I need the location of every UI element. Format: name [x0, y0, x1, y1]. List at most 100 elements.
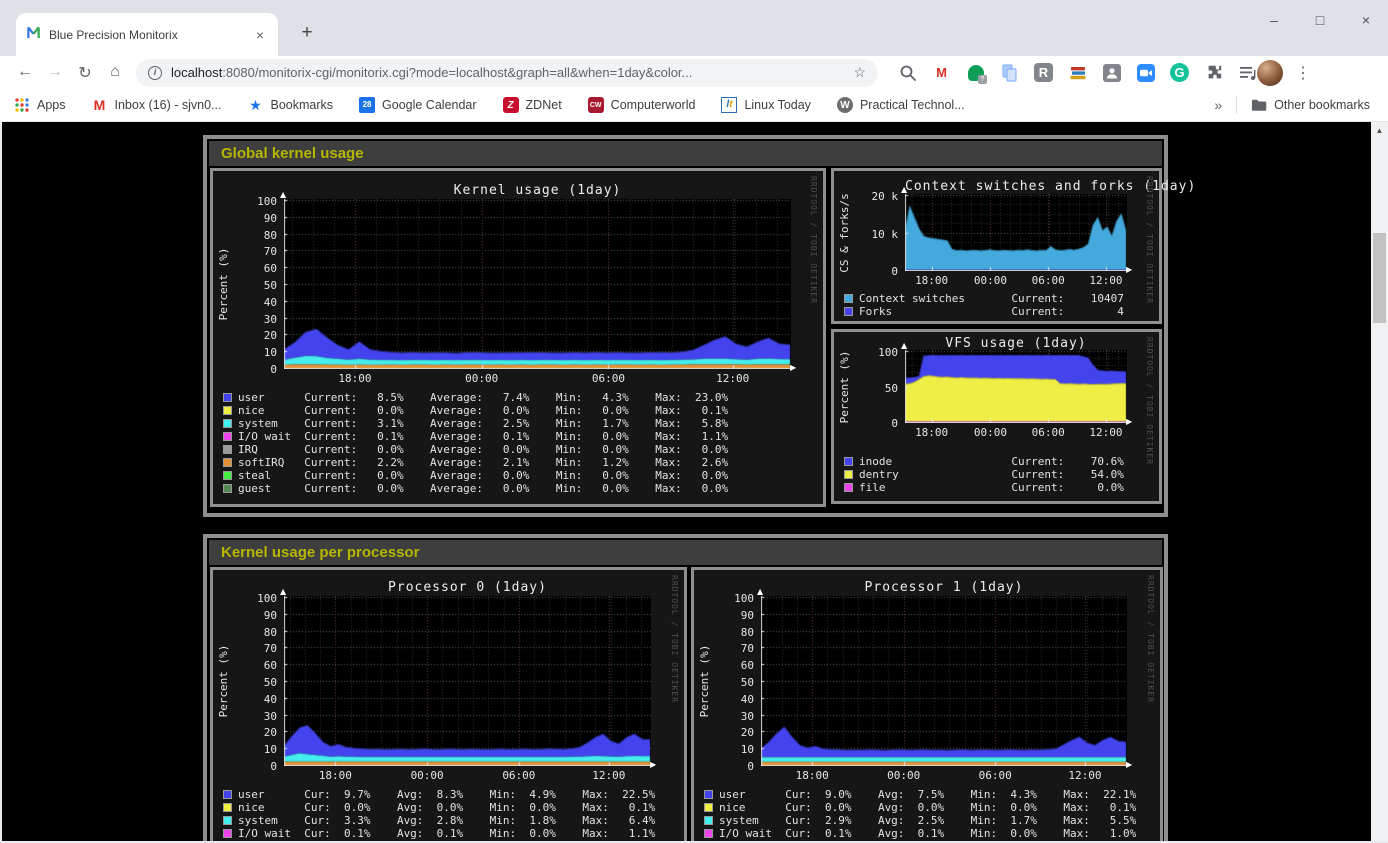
legend-row: softIRQ Current: 2.2% Average: 2.1% Min:… — [223, 456, 728, 469]
legend-row: IRQ Current: 0.0% Average: 0.0% Min: 0.0… — [223, 443, 728, 456]
scrollbar-thumb[interactable] — [1373, 233, 1386, 323]
legend-row: Forks Current: 4 — [844, 305, 1124, 318]
reload-icon[interactable]: ↻ — [70, 63, 100, 83]
graph-legend: Context switches Current: 10407Forks Cur… — [844, 292, 1124, 318]
gmail-icon[interactable]: M — [932, 63, 951, 82]
x-axis-arrow-icon: ▶ — [650, 760, 656, 769]
window-controls: – □ × — [1266, 12, 1374, 28]
bookmark-item[interactable]: Apps — [14, 97, 66, 113]
legend-color-swatch — [844, 307, 853, 316]
url-text[interactable]: localhost:8080/monitorix-cgi/monitorix.c… — [171, 65, 853, 80]
legend-color-swatch — [704, 829, 713, 838]
minimize-button[interactable]: – — [1266, 12, 1282, 28]
legend-row: user Current: 8.5% Average: 7.4% Min: 4.… — [223, 391, 728, 404]
books-icon[interactable] — [1068, 63, 1087, 82]
puzzle-extension-icon[interactable] — [1204, 63, 1223, 82]
bookmark-item[interactable]: CW Computerworld — [588, 97, 696, 113]
y-axis-arrow-icon: ▲ — [901, 341, 907, 350]
y-axis-arrow-icon: ▲ — [901, 185, 907, 194]
tab-title: Blue Precision Monitorix — [49, 28, 252, 42]
legend-row: nice Cur: 0.0% Avg: 0.0% Min: 0.0% Max: … — [223, 801, 655, 814]
bookmark-item[interactable]: W Practical Technol... — [837, 97, 965, 113]
browser-tab[interactable]: Blue Precision Monitorix × — [16, 13, 278, 56]
profile-avatar[interactable] — [1257, 60, 1283, 86]
bookmark-star-icon[interactable]: ☆ — [853, 64, 866, 81]
bookmarks-overflow-chevron[interactable]: » — [1214, 97, 1222, 113]
graph-legend: inode Current: 70.6%dentry Current: 54.0… — [844, 455, 1124, 494]
x-axis-arrow-icon: ▶ — [1126, 760, 1132, 769]
window-titlebar: Blue Precision Monitorix × + – □ × — [0, 0, 1388, 56]
context-switches-plot — [905, 194, 1127, 271]
other-bookmarks-button[interactable]: Other bookmarks — [1251, 97, 1370, 113]
contact-card-icon[interactable] — [1102, 63, 1121, 82]
maximize-button[interactable]: □ — [1312, 12, 1328, 28]
bookmarks-divider — [1236, 96, 1237, 114]
section-title: Global kernel usage — [209, 141, 1162, 166]
forward-icon[interactable]: → — [40, 63, 70, 83]
legend-color-swatch — [223, 816, 232, 825]
tab-close-icon[interactable]: × — [252, 27, 268, 43]
legend-row: nice Cur: 0.0% Avg: 0.0% Min: 0.0% Max: … — [704, 801, 1136, 814]
scrollbar-up-arrow[interactable]: ▲ — [1371, 126, 1388, 135]
legend-color-swatch — [223, 471, 232, 480]
browser-menu-icon[interactable]: ⋮ — [1295, 63, 1311, 83]
y-axis-arrow-icon: ▲ — [280, 190, 286, 199]
legend-row: I/O wait Cur: 0.1% Avg: 0.1% Min: 0.0% M… — [223, 827, 655, 840]
extension-r-icon[interactable]: R — [1034, 63, 1053, 82]
search-icon[interactable] — [898, 63, 917, 82]
bookmark-label: ZDNet — [526, 98, 562, 112]
back-icon[interactable]: ← — [10, 63, 40, 83]
vfs-usage-plot — [905, 350, 1127, 423]
star-icon: ★ — [248, 97, 264, 113]
new-tab-button[interactable]: + — [294, 22, 320, 44]
address-bar[interactable]: i localhost:8080/monitorix-cgi/monitorix… — [136, 59, 878, 87]
legend-row: system Cur: 3.3% Avg: 2.8% Min: 1.8% Max… — [223, 814, 655, 827]
processor-0-plot — [284, 596, 651, 766]
monitorix-page: Global kernel usage Kernel usage (1day) … — [0, 122, 1388, 843]
bookmarks-bar: Apps MInbox (16) - sjvn0... ★Bookmarks 28Go… — [0, 89, 1388, 122]
bookmark-item[interactable]: Z ZDNet — [503, 97, 562, 113]
rrdtool-watermark: RRDTOOL / TOBI OETIKER — [1145, 176, 1154, 304]
y-axis-arrow-icon: ▲ — [757, 587, 763, 596]
zdnet-icon: Z — [503, 97, 519, 113]
chat-extension-icon[interactable]: ? — [966, 63, 985, 82]
bookmark-item[interactable]: 28Google Calendar — [359, 97, 477, 113]
bookmark-item[interactable]: ★Bookmarks — [248, 97, 334, 113]
kernel-usage-plot — [284, 199, 791, 369]
grammarly-icon[interactable]: G — [1170, 63, 1189, 82]
rrdtool-watermark: RRDTOOL / TOBI OETIKER — [670, 575, 679, 703]
context-switches-panel: Context switches and forks (1day) CS & f… — [831, 168, 1162, 324]
wordpress-icon: W — [837, 97, 853, 113]
page-scrollbar[interactable]: ▲ — [1371, 122, 1388, 843]
legend-color-swatch — [223, 829, 232, 838]
gmail-icon: M — [92, 97, 108, 113]
folder-icon — [1251, 97, 1267, 113]
legend-color-swatch — [844, 470, 853, 479]
bookmark-item[interactable]: ltLinux Today — [721, 97, 811, 113]
bookmark-label: Practical Technol... — [860, 98, 965, 112]
page-info-icon[interactable]: i — [148, 66, 162, 80]
x-axis-arrow-icon: ▶ — [790, 363, 796, 372]
graph-title: Processor 0 (1day) — [284, 580, 651, 595]
computerworld-icon: CW — [588, 97, 604, 113]
processor-1-panel: Processor 1 (1day) Percent (%) RRDTOOL /… — [691, 567, 1163, 843]
bookmark-label: Computerworld — [611, 98, 696, 112]
x-axis-arrow-icon: ▶ — [1126, 265, 1132, 274]
rrdtool-watermark: RRDTOOL / TOBI OETIKER — [809, 176, 818, 304]
legend-row: system Cur: 2.9% Avg: 2.5% Min: 1.7% Max… — [704, 814, 1136, 827]
graph-title: Context switches and forks (1day) — [905, 179, 1127, 194]
bookmark-item[interactable]: MInbox (16) - sjvn0... — [92, 97, 222, 113]
legend-color-swatch — [704, 816, 713, 825]
legend-color-swatch — [223, 419, 232, 428]
x-axis-arrow-icon: ▶ — [1126, 417, 1132, 426]
home-icon[interactable]: ⌂ — [100, 63, 130, 83]
zoom-camera-icon[interactable] — [1136, 63, 1155, 82]
close-button[interactable]: × — [1358, 12, 1374, 28]
copy-pages-icon[interactable] — [1000, 63, 1019, 82]
rrdtool-watermark: RRDTOOL / TOBI OETIKER — [1145, 337, 1154, 465]
playlist-icon[interactable] — [1238, 63, 1257, 82]
y-axis-arrow-icon: ▲ — [280, 587, 286, 596]
legend-row: nice Current: 0.0% Average: 0.0% Min: 0.… — [223, 404, 728, 417]
legend-color-swatch — [844, 294, 853, 303]
graph-title: VFS usage (1day) — [905, 336, 1127, 351]
